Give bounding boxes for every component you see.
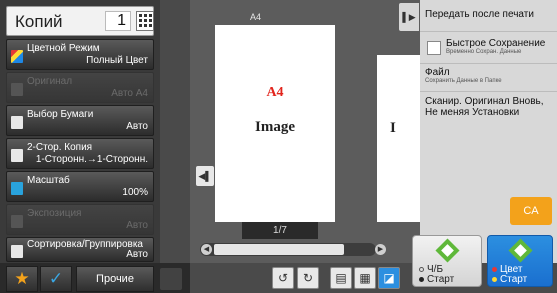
color-mode-icon [11, 50, 23, 63]
bottom-left-bar: ★ ✓ Прочие [0, 263, 190, 293]
paper-select-button[interactable]: Выбор Бумаги Авто [6, 105, 154, 136]
grid-view-icon[interactable]: ▦ [354, 267, 376, 289]
ca-button[interactable]: CA [510, 197, 552, 225]
horizontal-scrollbar[interactable]: ◀ ▶ [200, 243, 386, 256]
sort-icon [11, 245, 23, 258]
copy-screen: Копий 1 Цветной Режим Полный Цвет Оригин… [0, 0, 557, 293]
star-icon[interactable]: ★ [6, 266, 38, 292]
preview-page[interactable]: A4 Image [215, 25, 335, 222]
menu-value: 1-Сторонн.→1-Сторонн. [35, 154, 148, 165]
disabled-icon [160, 268, 182, 290]
collapse-left-icon[interactable]: ◀▌ [196, 166, 214, 186]
menu-value: Авто [126, 249, 148, 260]
page-counter: 1/7 [242, 222, 318, 239]
page-image-text: Image [255, 119, 295, 135]
scroll-left-icon[interactable]: ◀ [201, 244, 212, 255]
zoom-icon [11, 182, 23, 195]
send-after-print-item[interactable]: Передать после печати [420, 0, 557, 32]
task-title: Файл [425, 67, 450, 78]
task-subtitle: Временно Сохран. Данные [446, 49, 522, 55]
task-title: Быстрое Сохранение [446, 38, 546, 49]
original-button: Оригинал Авто A4 [6, 72, 154, 103]
copies-box: Копий 1 [6, 6, 154, 36]
copies-input[interactable]: 1 [105, 11, 131, 31]
quick-save-item[interactable]: Быстрое Сохранение Временно Сохран. Данн… [420, 32, 557, 64]
color-dot-icon [492, 267, 497, 272]
bw-dot-icon [419, 267, 424, 272]
menu-value: Авто [126, 121, 148, 132]
keypad-icon[interactable] [136, 11, 154, 31]
rotate-right-icon[interactable]: ↻ [297, 267, 319, 289]
sort-group-button[interactable]: Сортировка/Группировка Авто [6, 237, 154, 262]
rescan-item[interactable]: Сканир. Оригинал Вновь, Не меняя Установ… [420, 92, 557, 152]
start-icon [435, 238, 460, 263]
start-label: Старт [500, 274, 528, 285]
start-icon [508, 238, 533, 263]
menu-value: Авто [126, 220, 148, 231]
settings-panel: Копий 1 Цветной Режим Полный Цвет Оригин… [0, 0, 160, 293]
paper-select-icon [11, 116, 23, 129]
menu-label: Цветной Режим [27, 43, 100, 54]
menu-label: Выбор Бумаги [27, 109, 94, 120]
menu-label: Экспозиция [27, 208, 82, 219]
page-view-icon[interactable]: ▤ [330, 267, 352, 289]
zoom-view-icon[interactable]: ◪ [378, 267, 400, 289]
scroll-right-icon[interactable]: ▶ [375, 244, 386, 255]
color-start-button[interactable]: Цвет Старт [487, 235, 553, 287]
menu-label: Масштаб [27, 175, 70, 186]
zoom-button[interactable]: Масштаб 100% [6, 171, 154, 202]
duplex-copy-button[interactable]: 2-Стор. Копия 1-Сторонн.→1-Сторонн. [6, 138, 154, 169]
copies-label: Копий [15, 12, 63, 31]
color-dot-icon [492, 277, 497, 282]
quick-save-checkbox[interactable] [427, 41, 441, 55]
task-title: Передать после печати [425, 9, 534, 20]
page-a4-text: A4 [266, 85, 284, 100]
next-page-text: I [390, 120, 396, 136]
exposure-button: Экспозиция Авто [6, 204, 154, 235]
duplex-icon [11, 149, 23, 162]
menu-value: Полный Цвет [86, 55, 148, 66]
menu-value: Авто A4 [111, 88, 148, 99]
original-icon [11, 83, 23, 96]
check-icon[interactable]: ✓ [40, 266, 72, 292]
collapse-right-icon[interactable]: ▌▶ [399, 3, 419, 31]
menu-label: Оригинал [27, 76, 73, 87]
color-mode-button[interactable]: Цветной Режим Полный Цвет [6, 39, 154, 70]
file-item[interactable]: Файл Сохранить Данные в Папке [420, 64, 557, 92]
task-title: Сканир. Оригинал Вновь, Не меняя Установ… [425, 96, 544, 118]
scroll-thumb[interactable] [214, 244, 344, 255]
task-subtitle: Сохранить Данные в Папке [425, 78, 502, 84]
paper-size-label: A4 [250, 12, 262, 22]
menu-label: 2-Стор. Копия [27, 142, 93, 153]
menu-value: 100% [122, 187, 148, 198]
start-label: Старт [427, 274, 455, 285]
rotate-left-icon[interactable]: ↺ [272, 267, 294, 289]
exposure-icon [11, 215, 23, 228]
other-button[interactable]: Прочие [76, 266, 154, 292]
bw-dot-icon [419, 277, 424, 282]
preview-area: A4 A4 Image I ◀▌ 1/7 ◀ ▶ [190, 0, 447, 263]
bw-start-button[interactable]: Ч/Б Старт [412, 235, 482, 287]
